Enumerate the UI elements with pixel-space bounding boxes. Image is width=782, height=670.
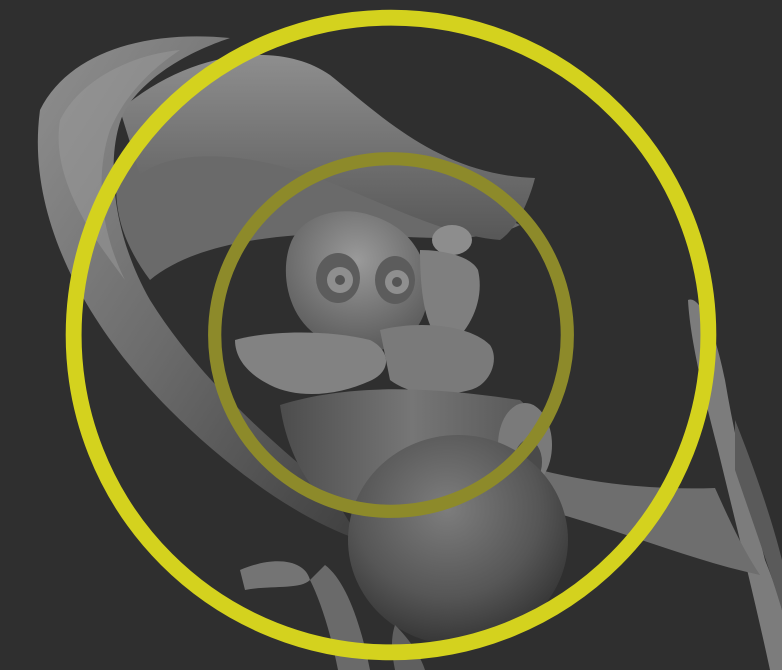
- sculpt-viewport[interactable]: [0, 0, 782, 670]
- brush-cursor-icon: [65, 9, 717, 661]
